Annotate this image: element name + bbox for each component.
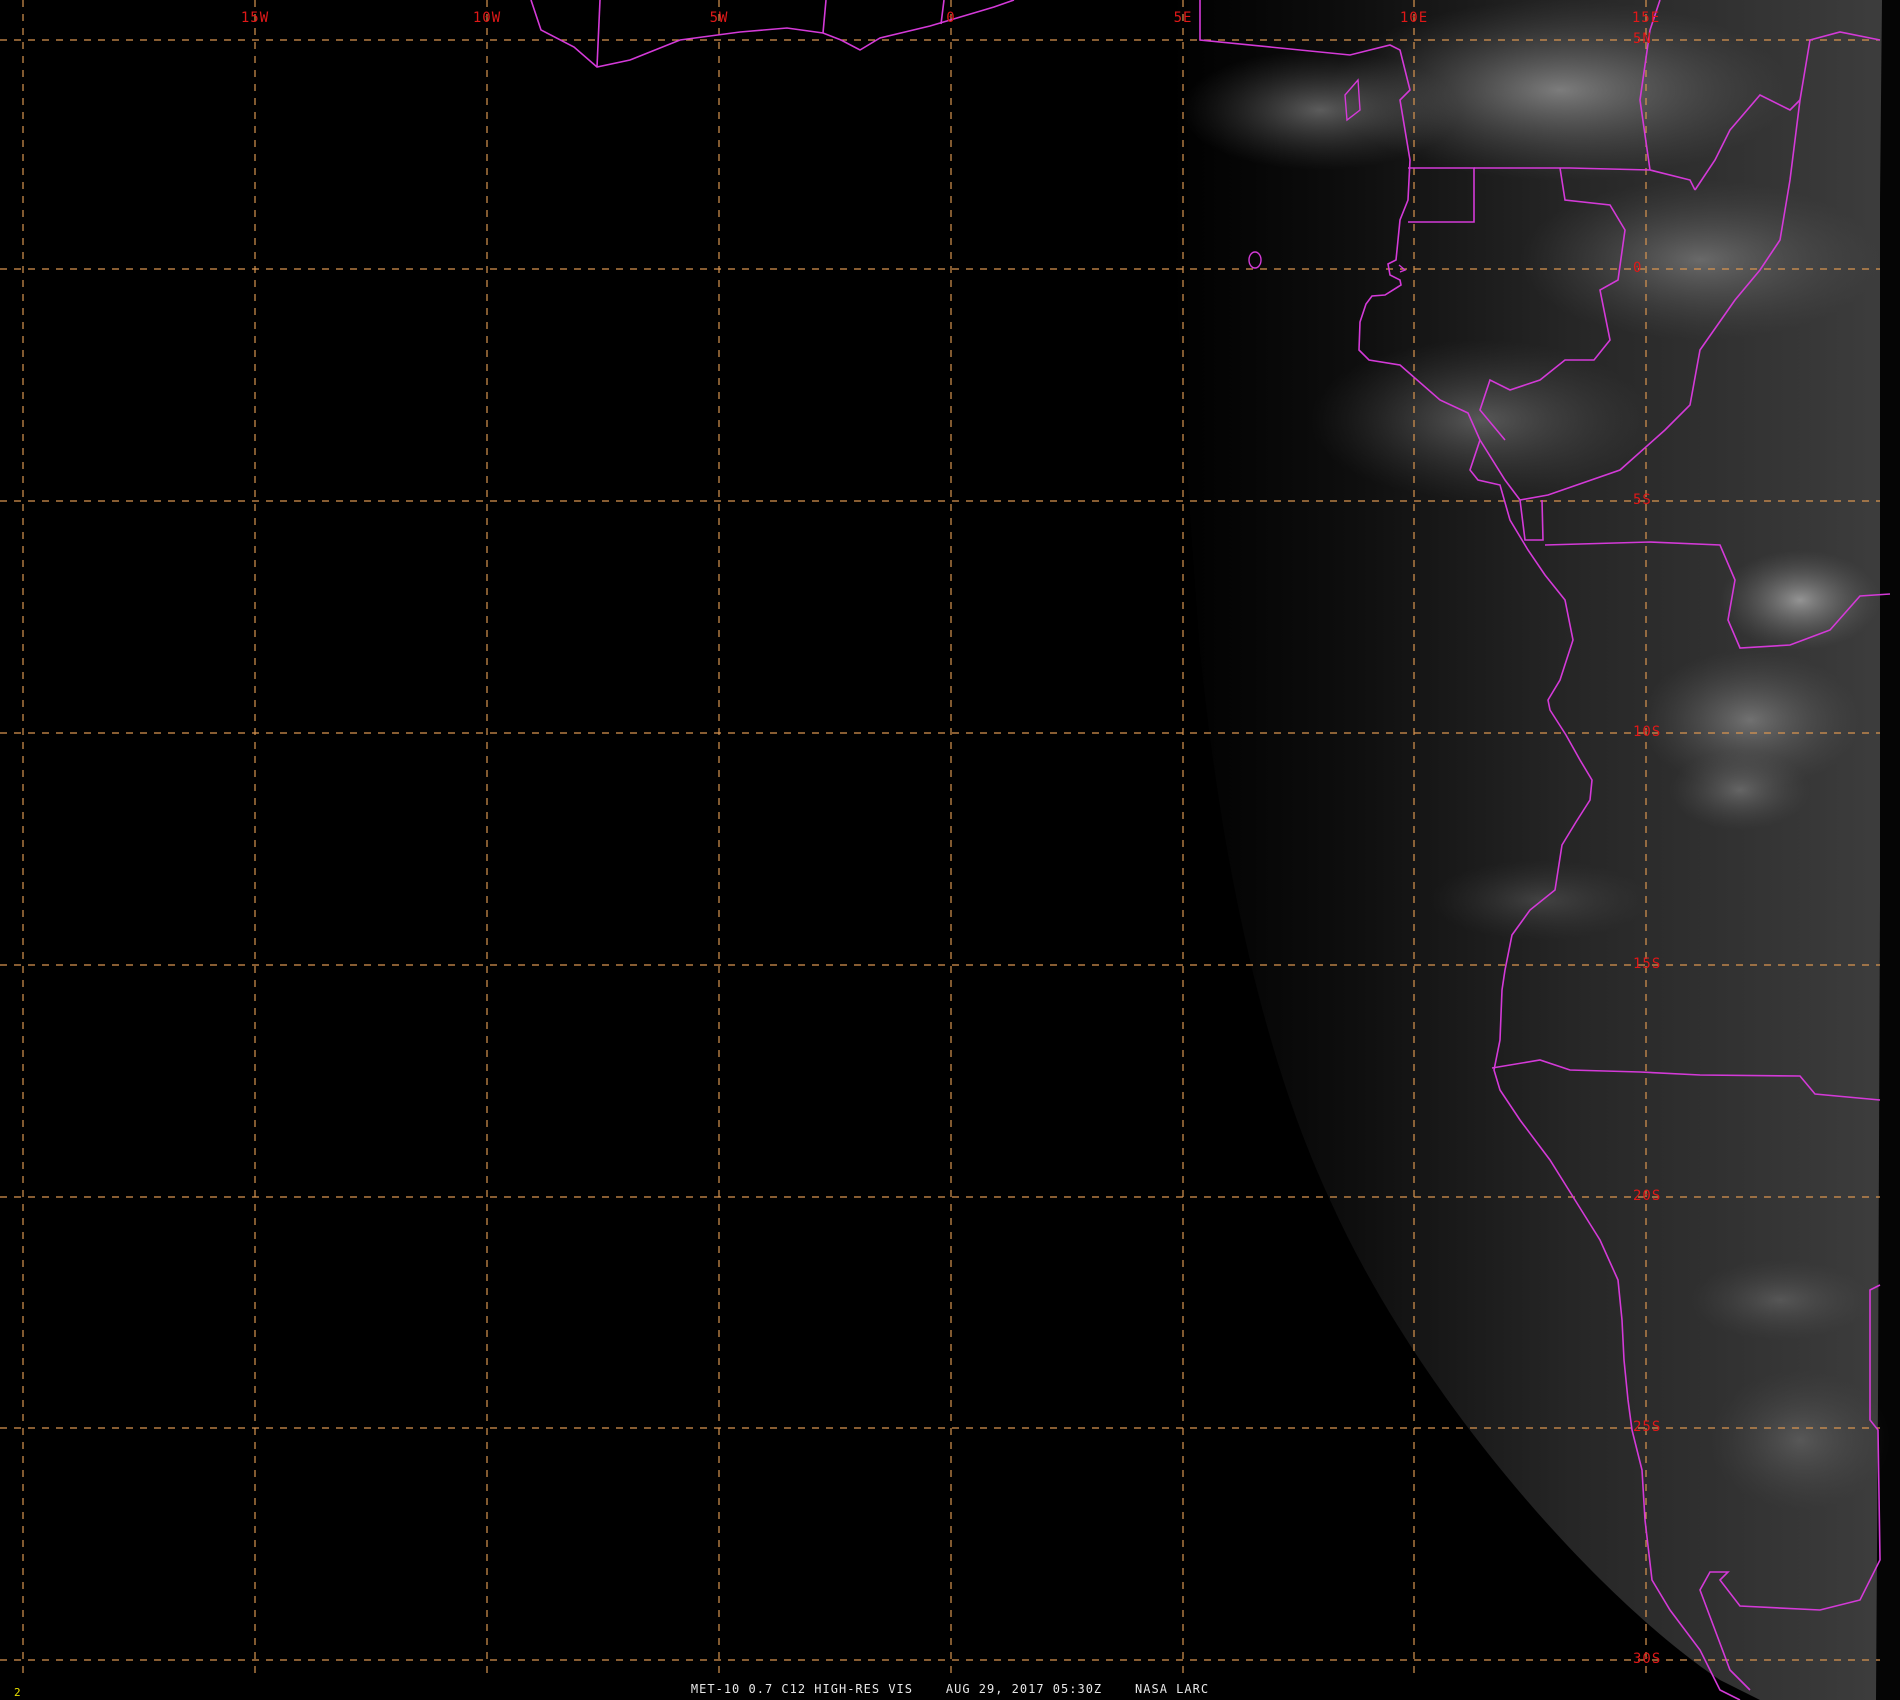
satellite-map xyxy=(0,0,1900,1700)
longitude-label: 5E xyxy=(1173,10,1193,26)
latitude-label: 0 xyxy=(1633,260,1643,276)
latitude-label: 20S xyxy=(1633,1188,1662,1204)
latitude-label: 10S xyxy=(1633,724,1662,740)
longitude-label: 0 xyxy=(946,10,956,26)
latitude-label: 5S xyxy=(1633,492,1652,508)
longitude-label: 10W xyxy=(472,10,502,26)
latitude-label: 25S xyxy=(1633,1419,1662,1435)
longitude-label: 10E xyxy=(1399,10,1429,26)
image-caption: MET-10 0.7 C12 HIGH-RES VIS AUG 29, 2017… xyxy=(690,1682,1210,1696)
frame-number: 2 xyxy=(14,1686,21,1699)
latitude-label: 15S xyxy=(1633,956,1662,972)
longitude-label: 15E xyxy=(1631,10,1661,26)
latitude-label: 5N xyxy=(1633,31,1652,47)
latitude-label: 30S xyxy=(1633,1651,1662,1667)
longitude-label: 5W xyxy=(709,10,729,26)
longitude-label: 15W xyxy=(240,10,270,26)
